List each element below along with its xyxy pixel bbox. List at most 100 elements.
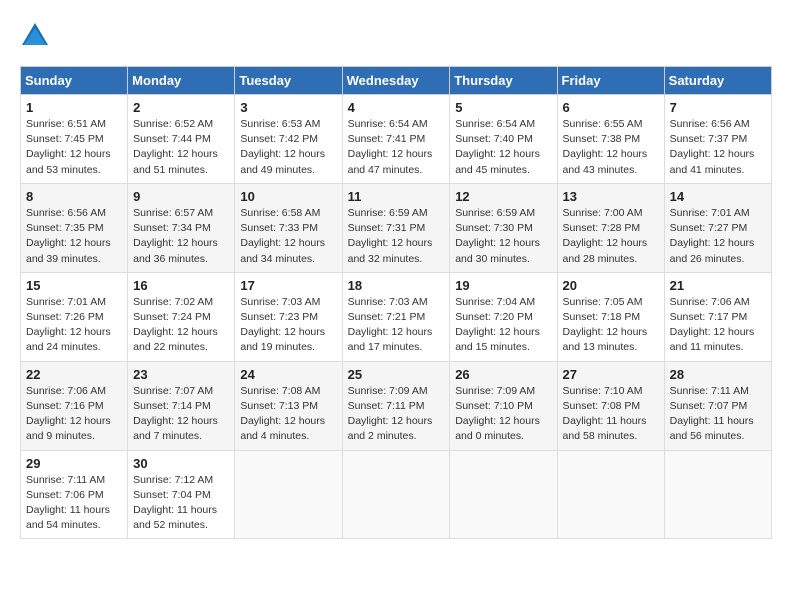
calendar-cell: 20 Sunrise: 7:05 AM Sunset: 7:18 PM Dayli… <box>557 272 664 361</box>
calendar-cell: 13 Sunrise: 7:00 AM Sunset: 7:28 PM Dayli… <box>557 183 664 272</box>
day-info: Sunrise: 7:11 AM Sunset: 7:07 PM Dayligh… <box>670 384 766 445</box>
calendar-cell: 28 Sunrise: 7:11 AM Sunset: 7:07 PM Dayli… <box>664 361 771 450</box>
day-info: Sunrise: 7:00 AM Sunset: 7:28 PM Dayligh… <box>563 206 659 267</box>
calendar-cell: 12 Sunrise: 6:59 AM Sunset: 7:30 PM Dayli… <box>450 183 557 272</box>
day-number: 21 <box>670 278 766 293</box>
calendar-cell <box>557 450 664 539</box>
day-number: 17 <box>240 278 336 293</box>
day-info: Sunrise: 7:03 AM Sunset: 7:23 PM Dayligh… <box>240 295 336 356</box>
calendar-cell: 5 Sunrise: 6:54 AM Sunset: 7:40 PM Daylig… <box>450 95 557 184</box>
day-number: 23 <box>133 367 229 382</box>
calendar-cell: 10 Sunrise: 6:58 AM Sunset: 7:33 PM Dayli… <box>235 183 342 272</box>
calendar-cell: 30 Sunrise: 7:12 AM Sunset: 7:04 PM Dayli… <box>128 450 235 539</box>
calendar-cell: 8 Sunrise: 6:56 AM Sunset: 7:35 PM Daylig… <box>21 183 128 272</box>
calendar-cell: 27Sunrise: 7:10 AM Sunset: 7:08 PM Dayli… <box>557 361 664 450</box>
day-of-week-header: Thursday <box>450 67 557 95</box>
day-info: Sunrise: 7:10 AM Sunset: 7:08 PM Dayligh… <box>563 384 659 445</box>
day-info: Sunrise: 7:01 AM Sunset: 7:27 PM Dayligh… <box>670 206 766 267</box>
day-number: 5 <box>455 100 551 115</box>
calendar-cell: 15 Sunrise: 7:01 AM Sunset: 7:26 PM Dayli… <box>21 272 128 361</box>
day-info: Sunrise: 6:56 AM Sunset: 7:35 PM Dayligh… <box>26 206 122 267</box>
day-of-week-header: Monday <box>128 67 235 95</box>
day-number: 6 <box>563 100 659 115</box>
calendar-cell: 21 Sunrise: 7:06 AM Sunset: 7:17 PM Dayli… <box>664 272 771 361</box>
day-info: Sunrise: 7:09 AM Sunset: 7:11 PM Dayligh… <box>348 384 445 445</box>
day-number: 25 <box>348 367 445 382</box>
day-number: 4 <box>348 100 445 115</box>
day-info: Sunrise: 7:02 AM Sunset: 7:24 PM Dayligh… <box>133 295 229 356</box>
calendar-cell <box>450 450 557 539</box>
calendar-cell: 24 Sunrise: 7:08 AM Sunset: 7:13 PM Dayli… <box>235 361 342 450</box>
day-number: 1 <box>26 100 122 115</box>
day-info: Sunrise: 7:04 AM Sunset: 7:20 PM Dayligh… <box>455 295 551 356</box>
calendar-cell: 23 Sunrise: 7:07 AM Sunset: 7:14 PM Dayli… <box>128 361 235 450</box>
day-of-week-header: Friday <box>557 67 664 95</box>
day-number: 16 <box>133 278 229 293</box>
day-info: Sunrise: 7:06 AM Sunset: 7:16 PM Dayligh… <box>26 384 122 445</box>
day-number: 22 <box>26 367 122 382</box>
calendar-cell: 11 Sunrise: 6:59 AM Sunset: 7:31 PM Dayli… <box>342 183 450 272</box>
logo-icon <box>20 20 50 50</box>
day-info: Sunrise: 6:52 AM Sunset: 7:44 PM Dayligh… <box>133 117 229 178</box>
day-number: 14 <box>670 189 766 204</box>
calendar-cell: 16 Sunrise: 7:02 AM Sunset: 7:24 PM Dayli… <box>128 272 235 361</box>
logo <box>20 20 54 50</box>
day-of-week-header: Saturday <box>664 67 771 95</box>
day-info: Sunrise: 7:06 AM Sunset: 7:17 PM Dayligh… <box>670 295 766 356</box>
day-number: 11 <box>348 189 445 204</box>
calendar-cell: 4 Sunrise: 6:54 AM Sunset: 7:41 PM Daylig… <box>342 95 450 184</box>
day-number: 30 <box>133 456 229 471</box>
day-number: 3 <box>240 100 336 115</box>
calendar-cell: 9 Sunrise: 6:57 AM Sunset: 7:34 PM Daylig… <box>128 183 235 272</box>
calendar-cell: 18 Sunrise: 7:03 AM Sunset: 7:21 PM Dayli… <box>342 272 450 361</box>
day-info: Sunrise: 7:09 AM Sunset: 7:10 PM Dayligh… <box>455 384 551 445</box>
day-info: Sunrise: 7:08 AM Sunset: 7:13 PM Dayligh… <box>240 384 336 445</box>
day-info: Sunrise: 6:59 AM Sunset: 7:31 PM Dayligh… <box>348 206 445 267</box>
calendar-cell: 1 Sunrise: 6:51 AM Sunset: 7:45 PM Daylig… <box>21 95 128 184</box>
day-info: Sunrise: 7:03 AM Sunset: 7:21 PM Dayligh… <box>348 295 445 356</box>
day-number: 7 <box>670 100 766 115</box>
calendar-table: SundayMondayTuesdayWednesdayThursdayFrid… <box>20 66 772 539</box>
day-number: 10 <box>240 189 336 204</box>
calendar-cell: 17 Sunrise: 7:03 AM Sunset: 7:23 PM Dayli… <box>235 272 342 361</box>
day-info: Sunrise: 7:11 AM Sunset: 7:06 PM Dayligh… <box>26 473 122 534</box>
day-info: Sunrise: 6:54 AM Sunset: 7:41 PM Dayligh… <box>348 117 445 178</box>
day-info: Sunrise: 7:07 AM Sunset: 7:14 PM Dayligh… <box>133 384 229 445</box>
day-info: Sunrise: 6:53 AM Sunset: 7:42 PM Dayligh… <box>240 117 336 178</box>
day-info: Sunrise: 7:01 AM Sunset: 7:26 PM Dayligh… <box>26 295 122 356</box>
day-info: Sunrise: 6:56 AM Sunset: 7:37 PM Dayligh… <box>670 117 766 178</box>
calendar-cell <box>235 450 342 539</box>
day-info: Sunrise: 6:58 AM Sunset: 7:33 PM Dayligh… <box>240 206 336 267</box>
day-number: 9 <box>133 189 229 204</box>
day-number: 12 <box>455 189 551 204</box>
day-number: 24 <box>240 367 336 382</box>
day-number: 26 <box>455 367 551 382</box>
day-info: Sunrise: 7:05 AM Sunset: 7:18 PM Dayligh… <box>563 295 659 356</box>
day-number: 13 <box>563 189 659 204</box>
day-number: 15 <box>26 278 122 293</box>
day-number: 2 <box>133 100 229 115</box>
calendar-cell: 22 Sunrise: 7:06 AM Sunset: 7:16 PM Dayli… <box>21 361 128 450</box>
day-number: 28 <box>670 367 766 382</box>
day-info: Sunrise: 6:59 AM Sunset: 7:30 PM Dayligh… <box>455 206 551 267</box>
day-info: Sunrise: 7:12 AM Sunset: 7:04 PM Dayligh… <box>133 473 229 534</box>
calendar-cell: 3 Sunrise: 6:53 AM Sunset: 7:42 PM Daylig… <box>235 95 342 184</box>
day-number: 29 <box>26 456 122 471</box>
calendar-cell: 6 Sunrise: 6:55 AM Sunset: 7:38 PM Daylig… <box>557 95 664 184</box>
calendar-cell <box>342 450 450 539</box>
calendar-cell: 2 Sunrise: 6:52 AM Sunset: 7:44 PM Daylig… <box>128 95 235 184</box>
calendar-cell: 26 Sunrise: 7:09 AM Sunset: 7:10 PM Dayli… <box>450 361 557 450</box>
day-number: 18 <box>348 278 445 293</box>
calendar-cell: 14 Sunrise: 7:01 AM Sunset: 7:27 PM Dayli… <box>664 183 771 272</box>
day-number: 19 <box>455 278 551 293</box>
calendar-cell: 25 Sunrise: 7:09 AM Sunset: 7:11 PM Dayli… <box>342 361 450 450</box>
day-info: Sunrise: 6:51 AM Sunset: 7:45 PM Dayligh… <box>26 117 122 178</box>
day-info: Sunrise: 6:55 AM Sunset: 7:38 PM Dayligh… <box>563 117 659 178</box>
calendar-cell: 7 Sunrise: 6:56 AM Sunset: 7:37 PM Daylig… <box>664 95 771 184</box>
day-number: 20 <box>563 278 659 293</box>
calendar-cell <box>664 450 771 539</box>
page-header <box>20 20 772 50</box>
day-info: Sunrise: 6:54 AM Sunset: 7:40 PM Dayligh… <box>455 117 551 178</box>
day-info: Sunrise: 6:57 AM Sunset: 7:34 PM Dayligh… <box>133 206 229 267</box>
day-number: 8 <box>26 189 122 204</box>
